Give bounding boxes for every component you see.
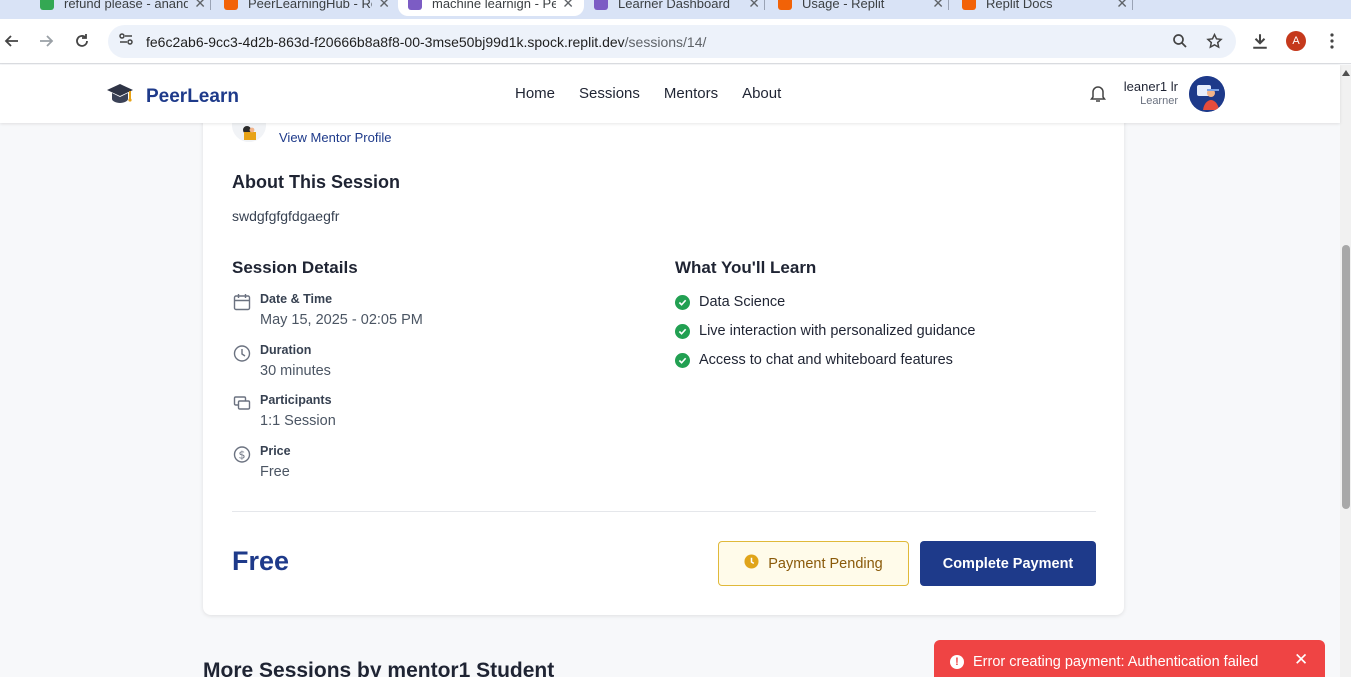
participants-icon <box>232 393 252 413</box>
site-info-icon[interactable] <box>118 31 134 52</box>
error-alert-icon: ! <box>950 655 964 669</box>
card-divider <box>232 511 1096 512</box>
browser-menu-icon[interactable] <box>1320 29 1344 53</box>
detail-value: Free <box>260 464 290 480</box>
url-host: fe6c2ab6-9cc3-4d2b-863d-f20666b8a8f8-00-… <box>146 33 625 50</box>
learn-item-text: Live interaction with personalized guida… <box>699 323 976 339</box>
detail-label: Date & Time <box>260 292 333 306</box>
nav-sessions[interactable]: Sessions <box>579 85 640 102</box>
back-icon[interactable] <box>0 29 24 53</box>
app-header: PeerLearn Home Sessions Mentors About le… <box>0 65 1340 123</box>
tab-favicon-icon <box>594 0 608 10</box>
reload-icon[interactable] <box>70 29 94 53</box>
browser-tab[interactable]: Usage - Replit ✕ <box>768 0 954 16</box>
browser-profile-avatar[interactable]: A <box>1286 31 1306 51</box>
about-session-text: swdgfgfgfdgaegfr <box>232 208 340 224</box>
browser-tab[interactable]: PeerLearningHub - Re ✕ <box>214 0 400 16</box>
tab-separator <box>948 0 949 10</box>
browser-toolbar: fe6c2ab6-9cc3-4d2b-863d-f20666b8a8f8-00-… <box>0 19 1351 64</box>
learn-item: Live interaction with personalized guida… <box>675 323 975 339</box>
tab-separator <box>1132 0 1133 10</box>
session-details-heading: Session Details <box>232 258 358 277</box>
learn-item: Access to chat and whiteboard features <box>675 352 953 368</box>
graduation-cap-icon <box>106 81 134 112</box>
tab-title: Learner Dashboard <box>618 0 731 11</box>
detail-label: Price <box>260 444 291 458</box>
calendar-icon <box>232 292 252 312</box>
tab-title: Usage - Replit <box>802 0 885 11</box>
nav-home[interactable]: Home <box>515 85 555 102</box>
tab-separator <box>764 0 765 10</box>
nav-mentors[interactable]: Mentors <box>664 85 718 102</box>
more-sessions-heading: More Sessions by mentor1 Student <box>203 659 555 677</box>
browser-tab[interactable]: Replit Docs ✕ <box>952 0 1138 16</box>
tab-title: PeerLearningHub - Re <box>248 0 373 11</box>
detail-label: Duration <box>260 343 312 357</box>
scroll-up-arrow-icon[interactable] <box>1342 70 1350 76</box>
learn-item-text: Access to chat and whiteboard features <box>699 352 953 368</box>
main-nav: Home Sessions Mentors About <box>515 85 781 102</box>
detail-value: 1:1 Session <box>260 413 336 429</box>
payment-pending-button[interactable]: Payment Pending <box>718 541 909 586</box>
tab-close-icon[interactable]: ✕ <box>378 0 390 12</box>
tab-favicon-icon <box>40 0 54 10</box>
brand-name: PeerLearn <box>146 85 239 107</box>
about-session-heading: About This Session <box>232 172 401 192</box>
session-price: Free <box>232 546 290 576</box>
tab-favicon-icon <box>962 0 976 10</box>
error-toast: ! Error creating payment: Authentication… <box>934 640 1325 677</box>
brand-logo[interactable]: PeerLearn <box>106 81 239 112</box>
payment-pending-label: Payment Pending <box>768 555 883 572</box>
toast-close-icon[interactable]: ✕ <box>1294 650 1308 670</box>
detail-value: 30 minutes <box>260 363 331 379</box>
session-card: View Mentor Profile About This Session s… <box>203 100 1124 615</box>
tab-close-icon[interactable]: ✕ <box>194 0 206 12</box>
tab-favicon-icon <box>224 0 238 10</box>
check-circle-icon <box>675 352 690 368</box>
browser-tab-active[interactable]: machine learnign - Pe ✕ <box>398 0 584 16</box>
page-scrollbar[interactable] <box>1340 65 1351 677</box>
forward-icon[interactable] <box>34 29 58 53</box>
user-avatar[interactable] <box>1189 76 1225 112</box>
detail-label: Participants <box>260 393 332 407</box>
view-mentor-profile-link[interactable]: View Mentor Profile <box>279 130 391 145</box>
user-name: leaner1 lr <box>1123 79 1178 94</box>
url-text: fe6c2ab6-9cc3-4d2b-863d-f20666b8a8f8-00-… <box>146 34 706 50</box>
what-youll-learn-heading: What You'll Learn <box>675 258 817 277</box>
toast-message: Error creating payment: Authentication f… <box>973 654 1259 670</box>
nav-about[interactable]: About <box>742 85 781 102</box>
browser-tab[interactable]: refund please - anand ✕ <box>30 0 216 16</box>
tab-separator <box>210 0 211 10</box>
download-icon[interactable] <box>1248 29 1272 53</box>
browser-tab-strip: refund please - anand ✕ PeerLearningHub … <box>0 0 1351 19</box>
url-path: /sessions/14/ <box>624 33 707 50</box>
learn-item-text: Data Science <box>699 294 786 310</box>
tab-favicon-icon <box>408 0 422 10</box>
dollar-icon: $ <box>232 444 252 464</box>
clock-icon <box>232 343 252 363</box>
check-circle-icon <box>675 294 690 310</box>
tab-close-icon[interactable]: ✕ <box>932 0 944 12</box>
notification-bell-icon[interactable] <box>1088 83 1108 108</box>
bookmark-star-icon[interactable] <box>1204 31 1224 51</box>
clock-filled-icon <box>744 554 759 573</box>
learn-item: Data Science <box>675 294 785 310</box>
tab-close-icon[interactable]: ✕ <box>1116 0 1128 12</box>
tab-favicon-icon <box>778 0 792 10</box>
tab-title: machine learnign - Pe <box>432 0 557 11</box>
tab-title: Replit Docs <box>986 0 1053 11</box>
svg-text:$: $ <box>239 449 246 462</box>
complete-payment-button[interactable]: Complete Payment <box>920 541 1096 586</box>
tab-close-icon[interactable]: ✕ <box>562 0 574 12</box>
browser-tab[interactable]: Learner Dashboard ✕ <box>584 0 770 16</box>
tab-close-icon[interactable]: ✕ <box>748 0 760 12</box>
zoom-icon[interactable] <box>1170 31 1190 51</box>
address-bar[interactable]: fe6c2ab6-9cc3-4d2b-863d-f20666b8a8f8-00-… <box>108 25 1236 58</box>
scroll-thumb[interactable] <box>1342 245 1350 509</box>
detail-value: May 15, 2025 - 02:05 PM <box>260 312 423 328</box>
user-role: Learner <box>1140 95 1178 107</box>
check-circle-icon <box>675 323 690 339</box>
user-info[interactable]: leaner1 lr Learner <box>1122 79 1178 107</box>
tab-title: refund please - anand <box>64 0 189 11</box>
